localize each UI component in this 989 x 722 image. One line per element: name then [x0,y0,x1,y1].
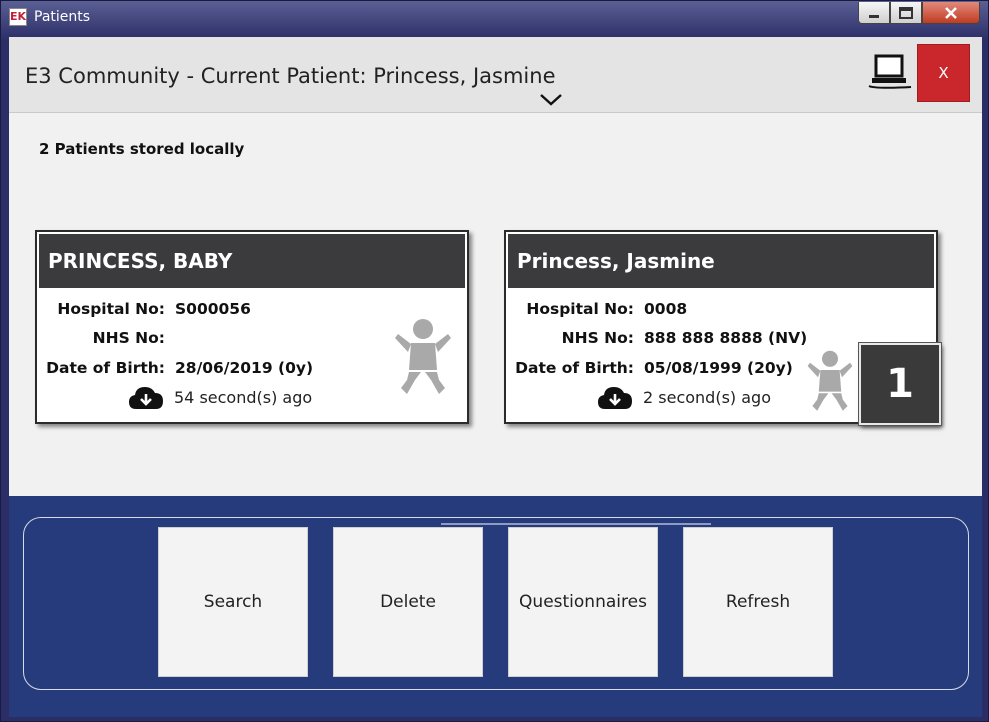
title-bar: EK Patients [1,1,988,35]
maximize-icon [899,6,913,19]
nhs-no-label: NHS No: [561,329,634,347]
last-synced-text: 2 second(s) ago [643,388,771,407]
window-close-button[interactable] [922,2,980,24]
patient-name: PRINCESS, BABY [39,234,465,288]
questionnaires-button[interactable]: Questionnaires [508,527,658,677]
baby-icon [395,319,451,394]
minimize-button[interactable] [858,2,890,24]
current-patient-title: E3 Community - Current Patient: Princess… [25,64,556,88]
app-window: EK Patients E3 Community - Current Patie… [0,0,989,722]
dob-value: 05/08/1999 (20y) [644,359,793,377]
close-patient-button[interactable]: X [917,44,970,102]
client-area: E3 Community - Current Patient: Princess… [9,37,982,717]
patient-card[interactable]: PRINCESS, BABY Hospital No: S000056 NHS … [35,230,469,424]
header-bar: E3 Community - Current Patient: Princess… [9,37,982,113]
last-synced-text: 54 second(s) ago [174,388,313,407]
hospital-no-value: 0008 [644,300,688,318]
dob-label: Date of Birth: [46,359,165,377]
minimize-icon [869,14,879,18]
delete-button[interactable]: Delete [333,527,483,677]
nhs-no-label: NHS No: [92,329,165,347]
window-controls [858,2,980,24]
patient-count-badge: 1 [858,342,942,426]
laptop-icon [868,54,912,89]
close-icon [945,6,957,19]
dob-value: 28/06/2019 (0y) [175,359,314,377]
window-title: Patients [34,9,91,25]
baby-icon [807,350,853,411]
dob-label: Date of Birth: [515,359,634,377]
patients-count-label: 2 Patients stored locally [39,140,245,158]
toolbar-divider [441,523,711,525]
refresh-button[interactable]: Refresh [683,527,833,677]
cloud-download-icon [129,387,163,409]
patient-name: Princess, Jasmine [508,234,934,288]
search-button[interactable]: Search [158,527,308,677]
hospital-no-value: S000056 [175,300,251,318]
nhs-no-value: 888 888 8888 (NV) [644,329,808,347]
cloud-download-icon [598,387,632,409]
hospital-no-label: Hospital No: [57,300,165,318]
hospital-no-label: Hospital No: [526,300,634,318]
maximize-button[interactable] [890,2,922,24]
app-logo-icon: EK [9,8,27,26]
chevron-down-icon[interactable] [539,93,563,107]
